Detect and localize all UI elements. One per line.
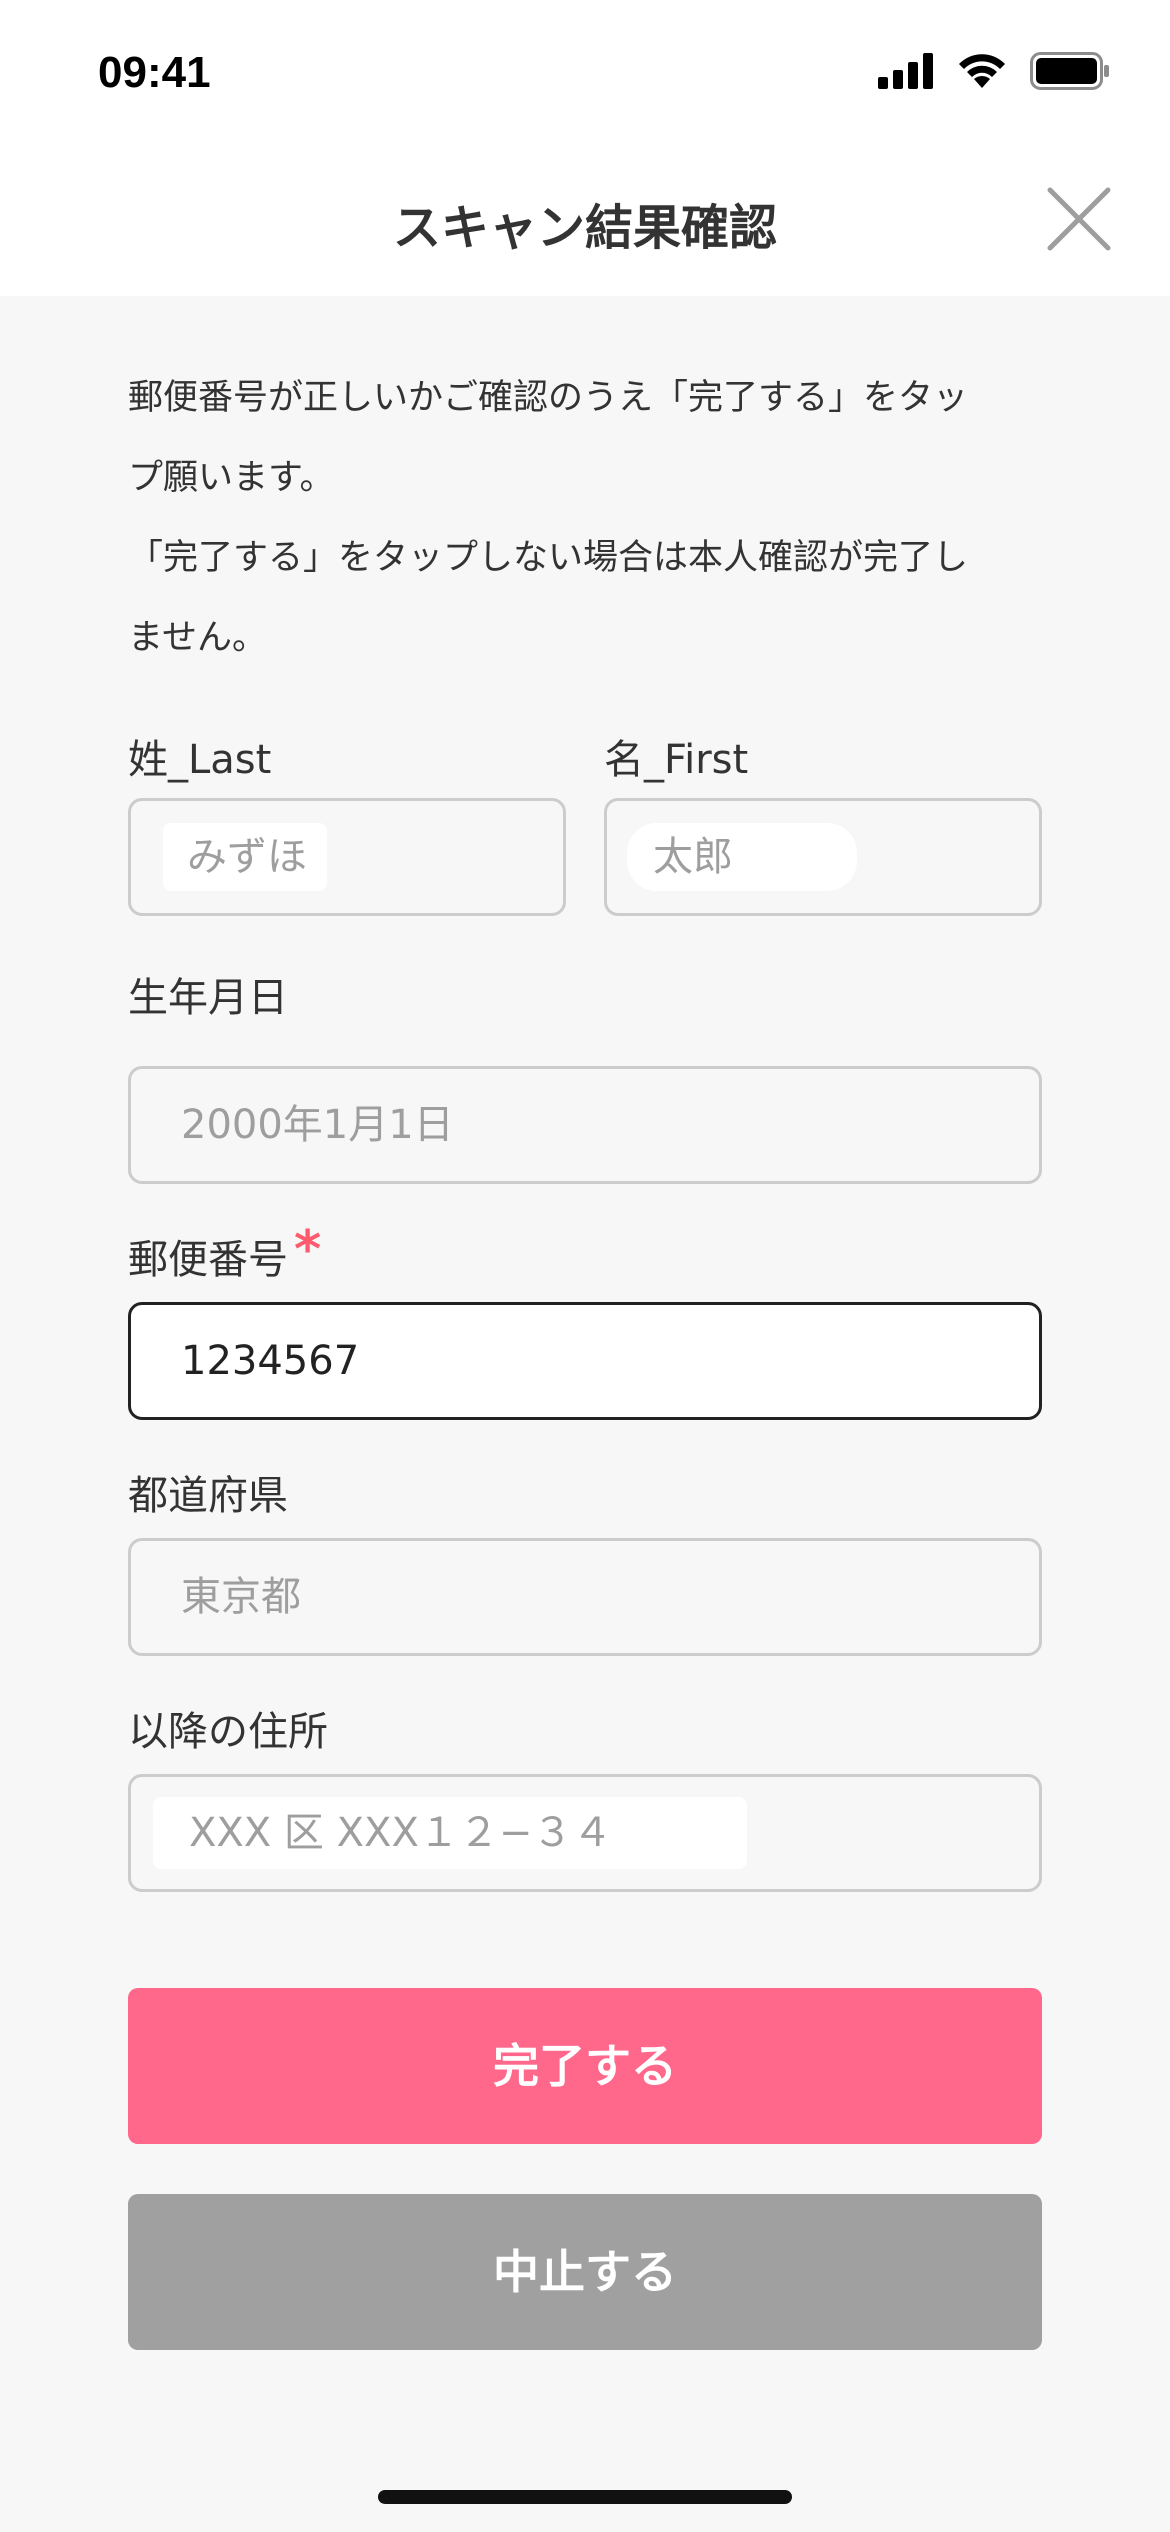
birthdate-label: 生年月日 — [128, 975, 288, 1021]
cellular-signal-icon — [878, 53, 933, 89]
last-name-group: 姓_Last みずほ — [128, 730, 566, 916]
postal-code-value: 1234567 — [181, 1338, 360, 1384]
address-label: 以降の住所 — [128, 1709, 328, 1755]
page-title: スキャン結果確認 — [392, 200, 777, 256]
close-button[interactable] — [1046, 186, 1112, 252]
first-name-value: 太郎 — [653, 834, 733, 880]
instruction-line: 郵便番号が正しいかご確認のうえ「完了する」をタッ — [128, 378, 969, 418]
birthdate-group: 生年月日 2000年1月1日 — [128, 968, 1042, 1184]
last-name-value: みずほ — [187, 834, 307, 880]
last-name-label: 姓_Last — [128, 737, 272, 783]
first-name-label: 名_First — [604, 737, 749, 783]
name-row: 姓_Last みずほ 名_First 太郎 — [128, 730, 1042, 916]
complete-button[interactable]: 完了する — [128, 1988, 1042, 2144]
home-indicator — [378, 2490, 792, 2504]
postal-code-label: 郵便番号 * — [128, 1220, 1042, 1290]
first-name-group: 名_First 太郎 — [604, 730, 1042, 916]
prefecture-field[interactable]: 東京都 — [128, 1538, 1042, 1656]
postal-code-label-text: 郵便番号 — [128, 1237, 288, 1283]
cancel-button[interactable]: 中止する — [128, 2194, 1042, 2350]
address-field[interactable]: XXX 区 XXX１２−３４ — [128, 1774, 1042, 1892]
postal-code-input[interactable]: 1234567 — [128, 1302, 1042, 1420]
prefecture-value: 東京都 — [181, 1574, 301, 1620]
close-icon — [1047, 187, 1111, 251]
wifi-icon — [959, 54, 1005, 88]
instruction-line: 「完了する」をタップしない場合は本人確認が完了し — [128, 538, 969, 578]
battery-icon — [1030, 52, 1109, 90]
birthdate-field[interactable]: 2000年1月1日 — [128, 1066, 1042, 1184]
prefecture-label: 都道府県 — [128, 1473, 288, 1519]
header: スキャン結果確認 — [0, 150, 1170, 296]
instructions: 郵便番号が正しいかご確認のうえ「完了する」をタッ プ願います。 「完了する」をタ… — [128, 358, 1042, 678]
postal-code-group: 郵便番号 * 1234567 — [128, 1220, 1042, 1420]
form-content: 郵便番号が正しいかご確認のうえ「完了する」をタッ プ願います。 「完了する」をタ… — [128, 296, 1042, 1892]
first-name-field[interactable]: 太郎 — [604, 798, 1042, 916]
address-group: 以降の住所 XXX 区 XXX１２−３４ — [128, 1702, 1042, 1892]
address-value: XXX 区 XXX１２−３４ — [189, 1810, 613, 1856]
instruction-line: ません。 — [128, 618, 267, 658]
prefecture-group: 都道府県 東京都 — [128, 1466, 1042, 1656]
instruction-line: プ願います。 — [128, 458, 335, 498]
status-time: 09:41 — [98, 48, 211, 97]
status-icons — [878, 52, 1110, 90]
birthdate-value: 2000年1月1日 — [181, 1102, 454, 1148]
status-bar: 09:41 — [0, 0, 1170, 150]
required-mark: * — [294, 1220, 322, 1280]
last-name-field[interactable]: みずほ — [128, 798, 566, 916]
